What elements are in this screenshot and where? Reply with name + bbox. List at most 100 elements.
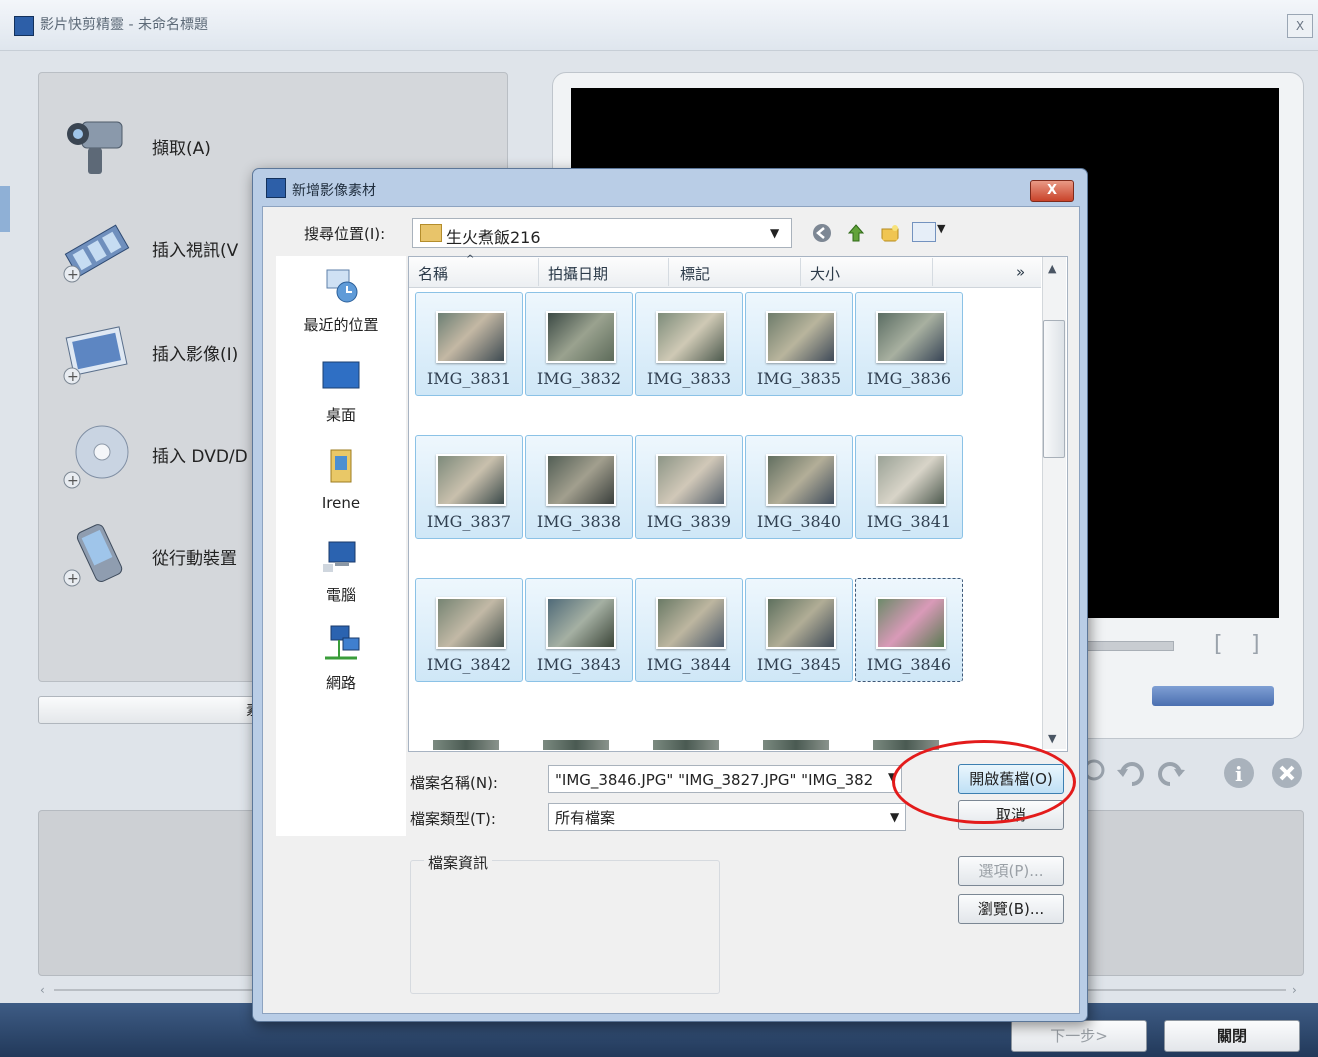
panel-bottom-button[interactable]	[38, 696, 270, 724]
back-icon[interactable]	[812, 223, 832, 243]
column-separator[interactable]	[932, 258, 933, 286]
more-columns-icon[interactable]: »	[1016, 263, 1025, 281]
redo-icon[interactable]	[1154, 756, 1188, 790]
main-close-button[interactable]: X	[1287, 14, 1313, 38]
file-type-select[interactable]: 所有檔案	[548, 803, 906, 831]
chevron-down-icon[interactable]: ▼	[770, 226, 779, 240]
annotation-circle	[892, 740, 1076, 824]
svg-text:+: +	[67, 473, 79, 489]
place-computer[interactable]: 電腦	[286, 536, 396, 605]
place-label: 電腦	[325, 586, 356, 604]
column-separator[interactable]	[668, 258, 669, 286]
scroll-up-icon[interactable]: ▲	[1048, 262, 1056, 275]
file-info-label: 檔案資訊	[424, 852, 493, 873]
file-name: IMG_3843	[536, 655, 622, 674]
computer-icon	[323, 541, 356, 572]
file-tile[interactable]: IMG_3843	[525, 578, 633, 682]
file-tile[interactable]: IMG_3831	[415, 292, 523, 396]
camcorder-icon[interactable]	[62, 108, 132, 178]
views-dropdown-icon[interactable]: ▼	[937, 222, 945, 235]
file-tile[interactable]: IMG_3835	[745, 292, 853, 396]
file-tile[interactable]: IMG_3833	[635, 292, 743, 396]
look-in-value: 生火煮飯216	[446, 228, 541, 247]
insert-image-action[interactable]: 插入影像(I)	[152, 340, 238, 365]
folder-icon	[420, 224, 442, 242]
capture-action[interactable]: 擷取(A)	[152, 134, 211, 159]
time-display-bar	[1152, 686, 1274, 706]
from-mobile-action[interactable]: 從行動裝置	[152, 544, 237, 569]
place-label: Irene	[321, 494, 361, 512]
file-tile[interactable]: IMG_3832	[525, 292, 633, 396]
up-folder-icon[interactable]	[846, 223, 866, 243]
file-tile[interactable]: IMG_3836	[855, 292, 963, 396]
photo-thumbnail	[546, 597, 616, 649]
svg-text:›: ›	[1292, 983, 1297, 997]
photo-thumbnail	[656, 597, 726, 649]
close-button[interactable]: 關閉	[1164, 1020, 1300, 1052]
photo-thumbnail	[656, 311, 726, 363]
dvd-icon[interactable]: +	[62, 422, 132, 492]
file-tile[interactable]: IMG_3837	[415, 435, 523, 539]
undo-icon[interactable]	[1114, 756, 1148, 790]
insert-video-action[interactable]: 插入視訊(V	[152, 236, 238, 261]
dialog-app-icon	[266, 178, 286, 198]
file-tile[interactable]: IMG_3840	[745, 435, 853, 539]
column-header	[409, 257, 1041, 288]
info-icon[interactable]: i	[1222, 756, 1256, 790]
browse-button[interactable]: 瀏覽(B)...	[958, 894, 1064, 924]
dialog-close-button[interactable]: X	[1030, 180, 1074, 202]
column-tags[interactable]: 標記	[680, 263, 710, 284]
file-tile[interactable]: IMG_3838	[525, 435, 633, 539]
main-window-title: 影片快剪精靈 - 未命名標題	[40, 17, 208, 33]
file-name-label: 檔案名稱(N):	[410, 774, 498, 792]
column-separator[interactable]	[538, 258, 539, 286]
file-name: IMG_3832	[536, 369, 622, 388]
photo-thumbnail	[766, 597, 836, 649]
file-name-input[interactable]: "IMG_3846.JPG" "IMG_3827.JPG" "IMG_382	[548, 765, 902, 793]
place-user[interactable]: Irene	[286, 446, 396, 512]
photo-thumbnail	[876, 597, 946, 649]
stop-icon[interactable]	[1270, 756, 1304, 790]
svg-text:+: +	[67, 267, 79, 283]
new-folder-icon[interactable]	[880, 223, 900, 243]
place-label: 桌面	[325, 406, 356, 424]
trim-end-bracket[interactable]: ]	[1251, 632, 1260, 657]
scroll-down-icon[interactable]: ▼	[1048, 732, 1056, 745]
place-network[interactable]: 網路	[286, 624, 396, 693]
left-edge-tab	[0, 186, 10, 232]
file-tile[interactable]: IMG_3841	[855, 435, 963, 539]
file-name: IMG_3831	[426, 369, 512, 388]
file-tile[interactable]: IMG_3845	[745, 578, 853, 682]
dialog-title: 新增影像素材	[292, 183, 376, 199]
photo-thumbnail	[766, 454, 836, 506]
file-tile[interactable]: IMG_3844	[635, 578, 743, 682]
mobile-device-icon[interactable]: +	[62, 520, 132, 590]
chevron-down-icon[interactable]: ▼	[890, 810, 899, 824]
file-type-label: 檔案類型(T):	[410, 810, 496, 828]
place-label: 網路	[325, 674, 356, 692]
file-tile-focused[interactable]: IMG_3846	[855, 578, 963, 682]
photo-thumbnail	[766, 311, 836, 363]
file-info-box	[410, 860, 720, 994]
views-icon[interactable]	[912, 222, 936, 242]
next-button[interactable]: 下一步>	[1011, 1020, 1147, 1052]
file-name: IMG_3845	[756, 655, 842, 674]
photo-thumbnail-partial	[433, 740, 499, 750]
place-desktop[interactable]: 桌面	[286, 356, 396, 425]
file-tile[interactable]: IMG_3842	[415, 578, 523, 682]
column-date-taken[interactable]: 拍攝日期	[548, 263, 608, 284]
photo-thumbnail	[436, 311, 506, 363]
photo-icon[interactable]: +	[62, 318, 132, 388]
scrollbar-thumb[interactable]	[1043, 320, 1065, 458]
column-size[interactable]: 大小	[810, 263, 840, 284]
options-button[interactable]: 選項(P)...	[958, 856, 1064, 886]
column-separator[interactable]	[800, 258, 801, 286]
film-strip-icon[interactable]: +	[62, 216, 132, 286]
photo-thumbnail-partial	[543, 740, 609, 750]
place-recent[interactable]: 最近的位置	[286, 266, 396, 335]
preview-progress-track[interactable]	[1080, 641, 1174, 651]
insert-dvd-action[interactable]: 插入 DVD/D	[152, 442, 248, 467]
column-name[interactable]: 名稱	[418, 263, 448, 284]
trim-start-bracket[interactable]: [	[1214, 632, 1223, 657]
file-tile[interactable]: IMG_3839	[635, 435, 743, 539]
